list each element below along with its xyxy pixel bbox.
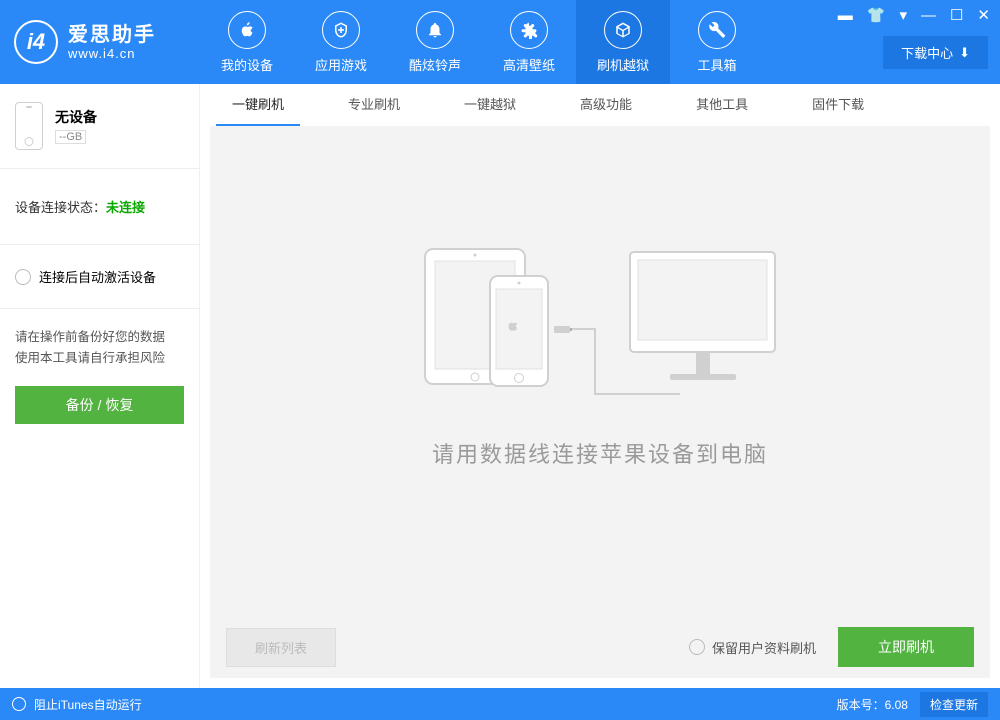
bottom-bar: 刷新列表 保留用户资料刷机 立即刷机 [210, 616, 990, 678]
device-block: 无设备 --GB [0, 84, 199, 168]
connect-illustration [420, 234, 780, 409]
app-store-icon [322, 11, 360, 49]
radio-icon [12, 697, 26, 711]
phone-thumb-icon [15, 102, 43, 150]
keep-user-data-option[interactable]: 保留用户资料刷机 [689, 638, 816, 657]
backup-restore-button[interactable]: 备份 / 恢复 [15, 386, 184, 424]
nav-label: 我的设备 [221, 55, 273, 74]
download-center-button[interactable]: 下载中心 ⬇ [883, 36, 988, 69]
nav-ringtones[interactable]: 酷炫铃声 [388, 0, 482, 84]
window-controls: ▬ 👕 ▾ — ☐ ✕ [838, 6, 990, 24]
box-icon [604, 11, 642, 49]
tab-one-click-flash[interactable]: 一键刷机 [216, 84, 300, 126]
shirt-icon[interactable]: 👕 [867, 6, 886, 24]
check-update-button[interactable]: 检查更新 [920, 692, 988, 717]
tools-icon [698, 11, 736, 49]
download-icon: ⬇ [959, 45, 970, 61]
minimize-icon[interactable]: — [921, 7, 936, 24]
apple-icon [228, 11, 266, 49]
tab-firmware-download[interactable]: 固件下载 [796, 84, 880, 126]
nav-toolbox[interactable]: 工具箱 [670, 0, 764, 84]
settings-icon[interactable]: ▾ [899, 6, 907, 24]
nav-label: 应用游戏 [315, 55, 367, 74]
flower-icon [510, 11, 548, 49]
feedback-icon[interactable]: ▬ [838, 7, 853, 24]
sidebar: 无设备 --GB 设备连接状态：未连接 连接后自动激活设备 请在操作前备份好您的… [0, 84, 200, 688]
keep-data-label: 保留用户资料刷机 [712, 638, 816, 657]
radio-icon [689, 639, 705, 655]
nav-flash-jailbreak[interactable]: 刷机越狱 [576, 0, 670, 84]
device-name: 无设备 [55, 107, 97, 127]
content-area: 请用数据线连接苹果设备到电脑 [210, 126, 990, 616]
block-itunes-label: 阻止iTunes自动运行 [34, 696, 142, 713]
footer: 阻止iTunes自动运行 版本号：6.08 检查更新 [0, 688, 1000, 720]
nav-label: 酷炫铃声 [409, 55, 461, 74]
header: i4 爱思助手 www.i4.cn 我的设备 应用游戏 酷炫铃声 [0, 0, 1000, 84]
block-itunes-option[interactable]: 阻止iTunes自动运行 [12, 696, 142, 713]
download-center-label: 下载中心 [901, 43, 953, 62]
app-title: 爱思助手 [68, 24, 156, 46]
connect-prompt: 请用数据线连接苹果设备到电脑 [432, 437, 768, 469]
top-nav: 我的设备 应用游戏 酷炫铃声 高清壁纸 刷机越狱 [200, 0, 764, 84]
tab-pro-flash[interactable]: 专业刷机 [332, 84, 416, 126]
version-info: 版本号：6.08 [837, 696, 908, 713]
device-size: --GB [55, 130, 86, 144]
refresh-list-button[interactable]: 刷新列表 [226, 628, 336, 667]
backup-note: 请在操作前备份好您的数据 使用本工具请自行承担风险 [0, 309, 199, 382]
conn-value: 未连接 [106, 200, 145, 215]
auto-activate-label: 连接后自动激活设备 [39, 267, 156, 286]
nav-my-device[interactable]: 我的设备 [200, 0, 294, 84]
conn-label: 设备连接状态： [15, 200, 106, 215]
bell-icon [416, 11, 454, 49]
tab-one-click-jailbreak[interactable]: 一键越狱 [448, 84, 532, 126]
tab-advanced[interactable]: 高级功能 [564, 84, 648, 126]
tab-other-tools[interactable]: 其他工具 [680, 84, 764, 126]
close-icon[interactable]: ✕ [977, 6, 990, 24]
nav-label: 高清壁纸 [503, 55, 555, 74]
main-area: 一键刷机 专业刷机 一键越狱 高级功能 其他工具 固件下载 [200, 84, 1000, 688]
auto-activate-option[interactable]: 连接后自动激活设备 [0, 245, 199, 308]
sub-tabs: 一键刷机 专业刷机 一键越狱 高级功能 其他工具 固件下载 [200, 84, 1000, 126]
logo-icon: i4 [14, 20, 58, 64]
radio-icon [15, 269, 31, 285]
nav-label: 刷机越狱 [597, 55, 649, 74]
connection-status: 设备连接状态：未连接 [0, 169, 199, 244]
nav-wallpapers[interactable]: 高清壁纸 [482, 0, 576, 84]
nav-apps-games[interactable]: 应用游戏 [294, 0, 388, 84]
maximize-icon[interactable]: ☐ [950, 6, 963, 24]
flash-now-button[interactable]: 立即刷机 [838, 627, 974, 667]
nav-label: 工具箱 [697, 55, 736, 74]
app-subtitle: www.i4.cn [68, 46, 156, 61]
logo-area: i4 爱思助手 www.i4.cn [0, 20, 200, 64]
